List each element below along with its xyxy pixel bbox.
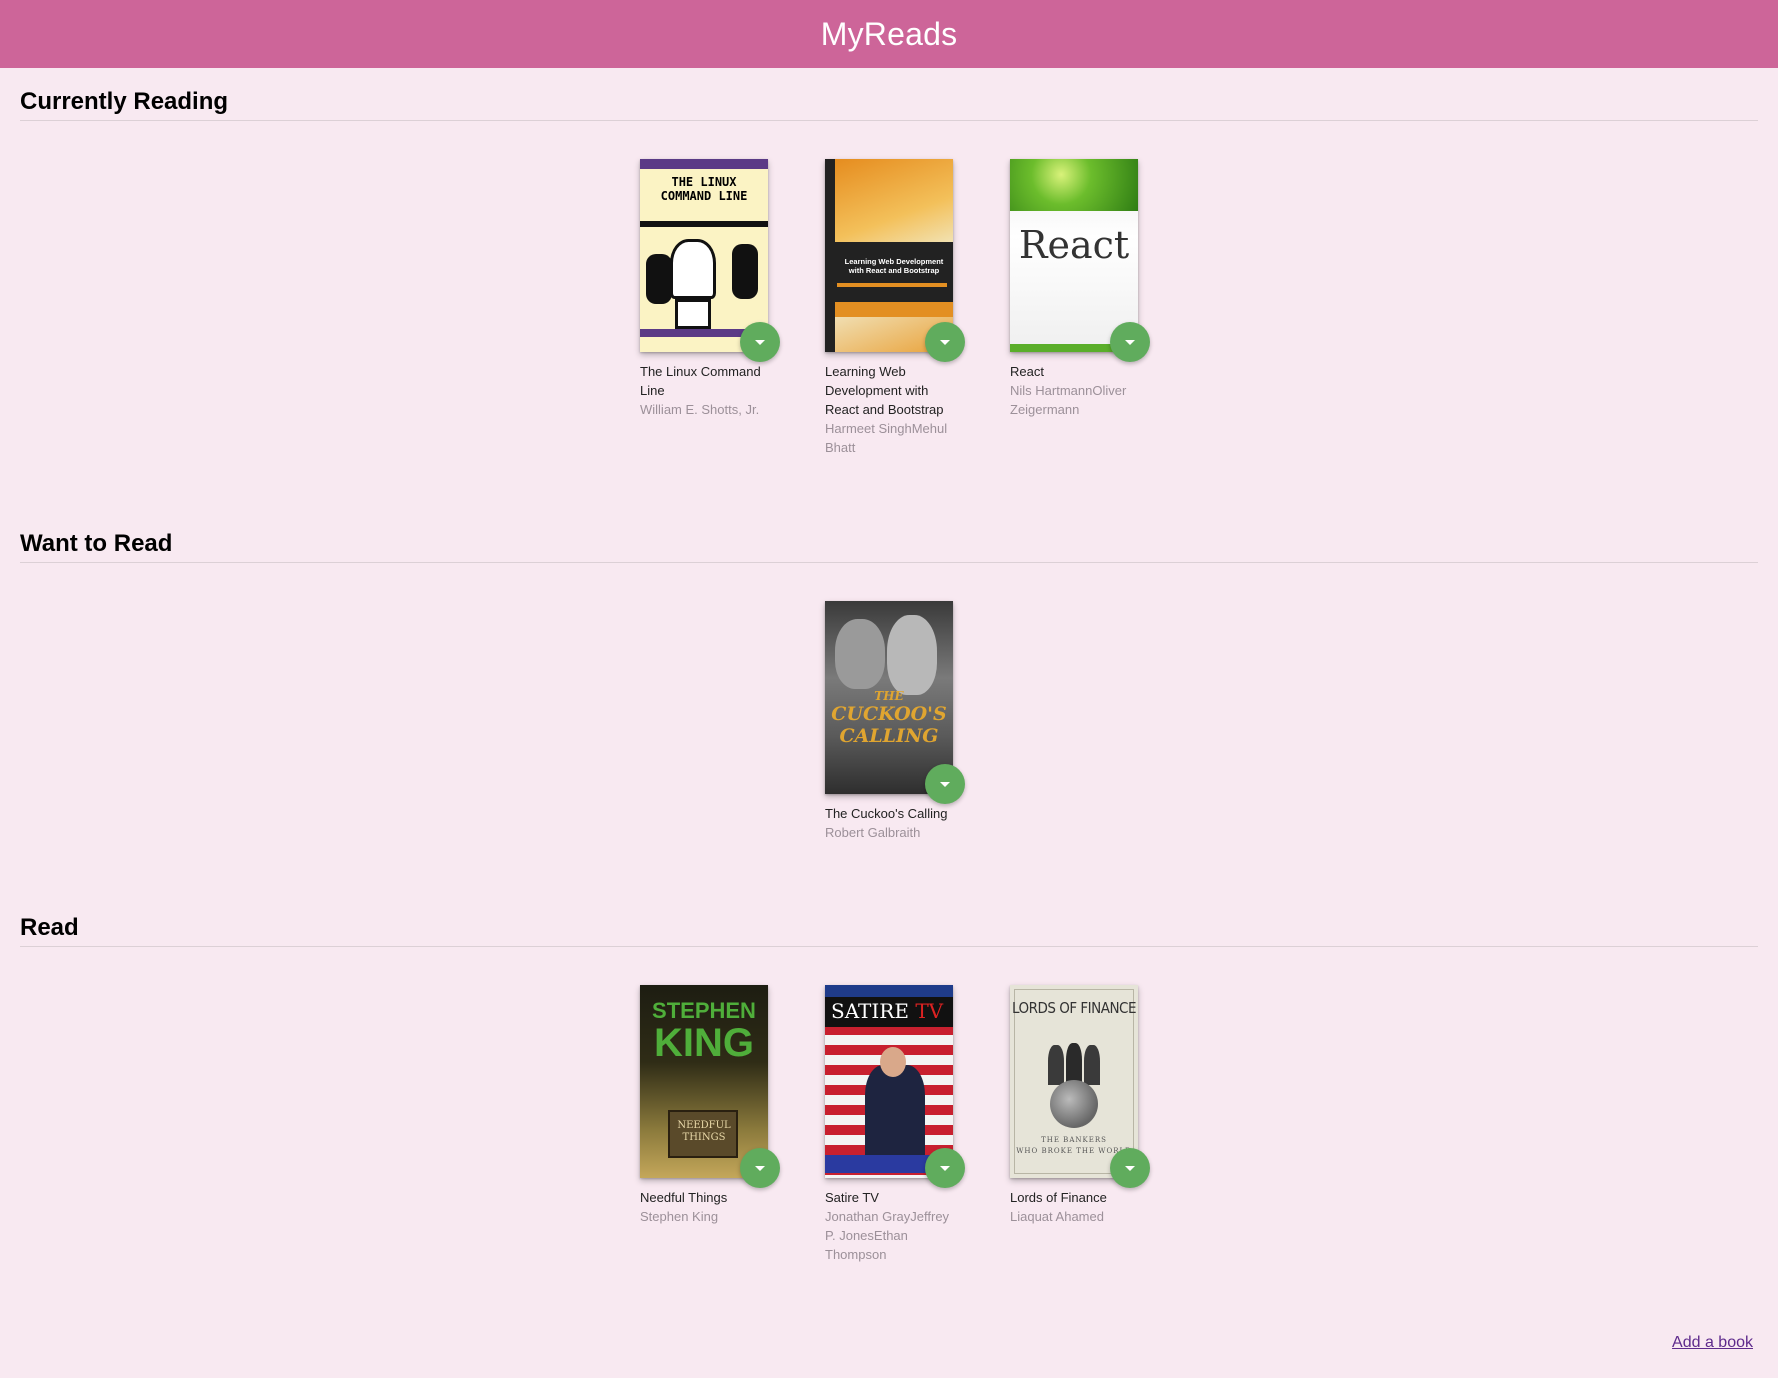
cover-title-line: Learning Web Development bbox=[844, 257, 944, 266]
shelf-currently-reading: Currently Reading THE LINUX COMMAND LINE… bbox=[20, 88, 1758, 457]
book-cover[interactable]: Learning Web Development with React and … bbox=[825, 159, 953, 352]
cover-title-line: React bbox=[1018, 223, 1130, 267]
book-grid: STEPHEN KING NEEDFUL THINGS Needful Thin… bbox=[20, 985, 1758, 1264]
shelf-changer-button[interactable] bbox=[925, 322, 965, 362]
cover-title-line: TV bbox=[915, 999, 944, 1023]
chevron-down-icon bbox=[940, 1165, 950, 1171]
shelf-title: Read bbox=[20, 914, 1758, 947]
add-book-link[interactable]: Add a book bbox=[1672, 1334, 1753, 1352]
book-authors: William E. Shotts, Jr. bbox=[640, 402, 760, 417]
book-authors: Nils HartmannOliver Zeigermann bbox=[1010, 383, 1127, 417]
cover-title-line: THE bbox=[874, 689, 904, 703]
book-title: Learning Web Development with React and … bbox=[825, 364, 944, 417]
cover-title-line: STEPHEN bbox=[652, 998, 756, 1023]
chevron-down-icon bbox=[1125, 339, 1135, 345]
shelf-read: Read STEPHEN KING NEEDFUL THINGS Needful… bbox=[20, 914, 1758, 1264]
book-grid: THE LINUX COMMAND LINE The Linux Command… bbox=[20, 159, 1758, 457]
book-authors: Stephen King bbox=[640, 1209, 719, 1224]
book-authors: Liaquat Ahamed bbox=[1010, 1209, 1104, 1224]
chevron-down-icon bbox=[940, 781, 950, 787]
chevron-down-icon bbox=[940, 339, 950, 345]
book-item: THE CUCKOO'S CALLING The Cuckoo's Callin… bbox=[825, 601, 965, 842]
shelf-changer-button[interactable] bbox=[740, 322, 780, 362]
book-item: STEPHEN KING NEEDFUL THINGS Needful Thin… bbox=[640, 985, 780, 1264]
book-title: React bbox=[1010, 364, 1044, 379]
chevron-down-icon bbox=[755, 339, 765, 345]
book-item: React React Nils HartmannOliver Zeigerma… bbox=[1010, 159, 1150, 457]
book-cover[interactable]: React bbox=[1010, 159, 1138, 352]
chevron-down-icon bbox=[1125, 1165, 1135, 1171]
book-cover[interactable]: LORDS OF FINANCE THE BANKERS WHO BROKE T… bbox=[1010, 985, 1138, 1178]
shelf-changer-button[interactable] bbox=[740, 1148, 780, 1188]
cover-title-line: LORDS OF FINANCE bbox=[1012, 999, 1137, 1017]
chevron-down-icon bbox=[755, 1165, 765, 1171]
cover-title-line: CUCKOO'S bbox=[831, 703, 947, 725]
cover-title-line: with React and Bootstrap bbox=[848, 266, 940, 275]
cover-title-line: THE LINUX bbox=[671, 175, 737, 189]
book-cover[interactable]: STEPHEN KING NEEDFUL THINGS bbox=[640, 985, 768, 1178]
book-title: The Linux Command Line bbox=[640, 364, 761, 398]
book-authors: Jonathan GrayJeffrey P. JonesEthan Thomp… bbox=[825, 1209, 950, 1262]
book-item: SATIRE TV Satire TV Jonathan GrayJeffrey… bbox=[825, 985, 965, 1264]
shelf-want-to-read: Want to Read THE CUCKOO'S CALLING The Cu… bbox=[20, 530, 1758, 842]
book-cover[interactable]: THE LINUX COMMAND LINE bbox=[640, 159, 768, 352]
app-title: MyReads bbox=[820, 15, 958, 52]
book-title: Lords of Finance bbox=[1010, 1190, 1107, 1205]
cover-title-line: THE BANKERS bbox=[1041, 1136, 1107, 1144]
book-title: The Cuckoo's Calling bbox=[825, 806, 948, 821]
book-item: THE LINUX COMMAND LINE The Linux Command… bbox=[640, 159, 780, 457]
book-cover[interactable]: SATIRE TV bbox=[825, 985, 953, 1178]
cover-title-line: KING bbox=[654, 1021, 754, 1065]
shelf-title: Want to Read bbox=[20, 530, 1758, 563]
cover-title-line: CALLING bbox=[839, 725, 939, 747]
book-title: Satire TV bbox=[825, 1190, 879, 1205]
shelf-changer-button[interactable] bbox=[1110, 322, 1150, 362]
book-authors: Harmeet SinghMehul Bhatt bbox=[825, 421, 948, 455]
book-cover[interactable]: THE CUCKOO'S CALLING bbox=[825, 601, 953, 794]
app-header: MyReads bbox=[0, 0, 1778, 68]
book-grid: THE CUCKOO'S CALLING The Cuckoo's Callin… bbox=[20, 601, 1758, 842]
shelf-changer-button[interactable] bbox=[925, 764, 965, 804]
shelf-changer-button[interactable] bbox=[925, 1148, 965, 1188]
cover-title-line: NEEDFUL bbox=[677, 1120, 731, 1131]
book-item: Learning Web Development with React and … bbox=[825, 159, 965, 457]
cover-title-line: COMMAND LINE bbox=[660, 189, 748, 203]
book-title: Needful Things bbox=[640, 1190, 728, 1205]
cover-title-line: THINGS bbox=[682, 1132, 726, 1143]
book-item: LORDS OF FINANCE THE BANKERS WHO BROKE T… bbox=[1010, 985, 1150, 1264]
shelf-changer-button[interactable] bbox=[1110, 1148, 1150, 1188]
book-authors: Robert Galbraith bbox=[825, 825, 921, 840]
cover-title-line: SATIRE bbox=[831, 999, 909, 1023]
shelf-title: Currently Reading bbox=[20, 88, 1758, 121]
